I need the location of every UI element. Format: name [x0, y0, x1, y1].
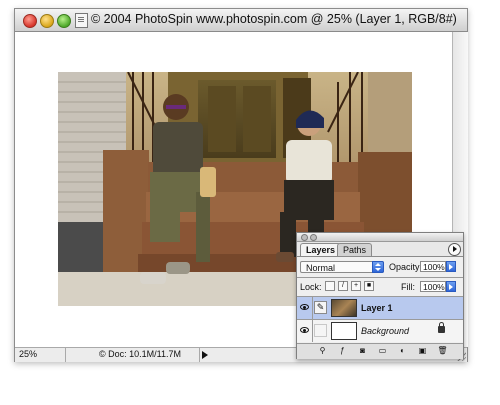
add-mask-icon[interactable]: ◙ — [357, 346, 368, 356]
window-title: © 2004 PhotoSpin www.photospin.com @ 25%… — [91, 12, 457, 26]
brush-icon: ✎ — [314, 301, 327, 314]
new-layer-icon[interactable]: ▣ — [417, 346, 428, 356]
lock-icon — [438, 322, 445, 333]
layer-name: Layer 1 — [361, 303, 393, 313]
lock-label: Lock: — [300, 282, 322, 292]
select-arrows-icon[interactable] — [372, 261, 384, 273]
link-cell[interactable] — [314, 324, 327, 337]
eye-icon[interactable] — [297, 297, 313, 319]
palette-footer: ⚲ ƒ ◙ ▭ ◐ ▣ 🗑 — [297, 343, 463, 359]
fill-label: Fill: — [401, 282, 415, 292]
layer-name: Background — [361, 326, 410, 336]
document-proxy-icon[interactable] — [75, 13, 88, 28]
tab-layers[interactable]: Layers — [300, 243, 342, 256]
layer-row-background[interactable]: Background — [297, 320, 463, 342]
opacity-slider-arrow-icon[interactable] — [446, 261, 456, 272]
document-size-info: © Doc: 10.1M/11.7M — [99, 349, 181, 359]
adjustment-layer-icon[interactable]: ◐ — [397, 346, 408, 356]
fill-field[interactable]: 100% — [420, 281, 446, 292]
layers-panel-body: Normal Opacity: 100% Lock: / + ■ Fill: 1… — [297, 256, 463, 359]
lock-all-icon[interactable]: ■ — [364, 281, 374, 291]
trash-icon[interactable]: 🗑 — [437, 346, 448, 356]
status-menu-arrow-icon[interactable] — [202, 351, 208, 359]
layers-palette: Layers Paths Normal Opacity: 100% Lock: … — [296, 232, 464, 359]
zoom-level[interactable]: 25% — [19, 349, 59, 359]
blend-mode-value: Normal — [306, 263, 336, 273]
palette-title-bar[interactable] — [297, 233, 463, 242]
fill-slider-arrow-icon[interactable] — [446, 281, 456, 292]
palette-close-button[interactable] — [301, 234, 308, 241]
layer-row-layer-1[interactable]: ✎ Layer 1 — [297, 297, 463, 319]
palette-menu-icon[interactable] — [448, 243, 461, 256]
lock-image-pixels-icon[interactable]: / — [338, 281, 348, 291]
status-divider — [65, 348, 66, 362]
link-layers-icon[interactable]: ⚲ — [317, 346, 328, 356]
status-divider — [199, 348, 200, 362]
divider — [297, 277, 463, 278]
eye-icon[interactable] — [297, 320, 313, 342]
opacity-label: Opacity: — [389, 262, 423, 272]
opacity-field[interactable]: 100% — [420, 261, 446, 272]
layer-thumbnail — [331, 299, 357, 317]
blend-mode-select[interactable]: Normal — [300, 261, 384, 273]
palette-collapse-button[interactable] — [310, 234, 317, 241]
tab-paths[interactable]: Paths — [337, 243, 373, 256]
close-button[interactable] — [23, 14, 37, 28]
title-bar[interactable]: © 2004 PhotoSpin www.photospin.com @ 25%… — [15, 9, 467, 32]
layer-thumbnail — [331, 322, 357, 340]
lock-transparent-pixels-icon[interactable] — [325, 281, 335, 291]
layer-style-icon[interactable]: ƒ — [337, 346, 348, 356]
minimize-button[interactable] — [40, 14, 54, 28]
new-set-icon[interactable]: ▭ — [377, 346, 388, 356]
zoom-button[interactable] — [57, 14, 71, 28]
lock-position-icon[interactable]: + — [351, 281, 361, 291]
